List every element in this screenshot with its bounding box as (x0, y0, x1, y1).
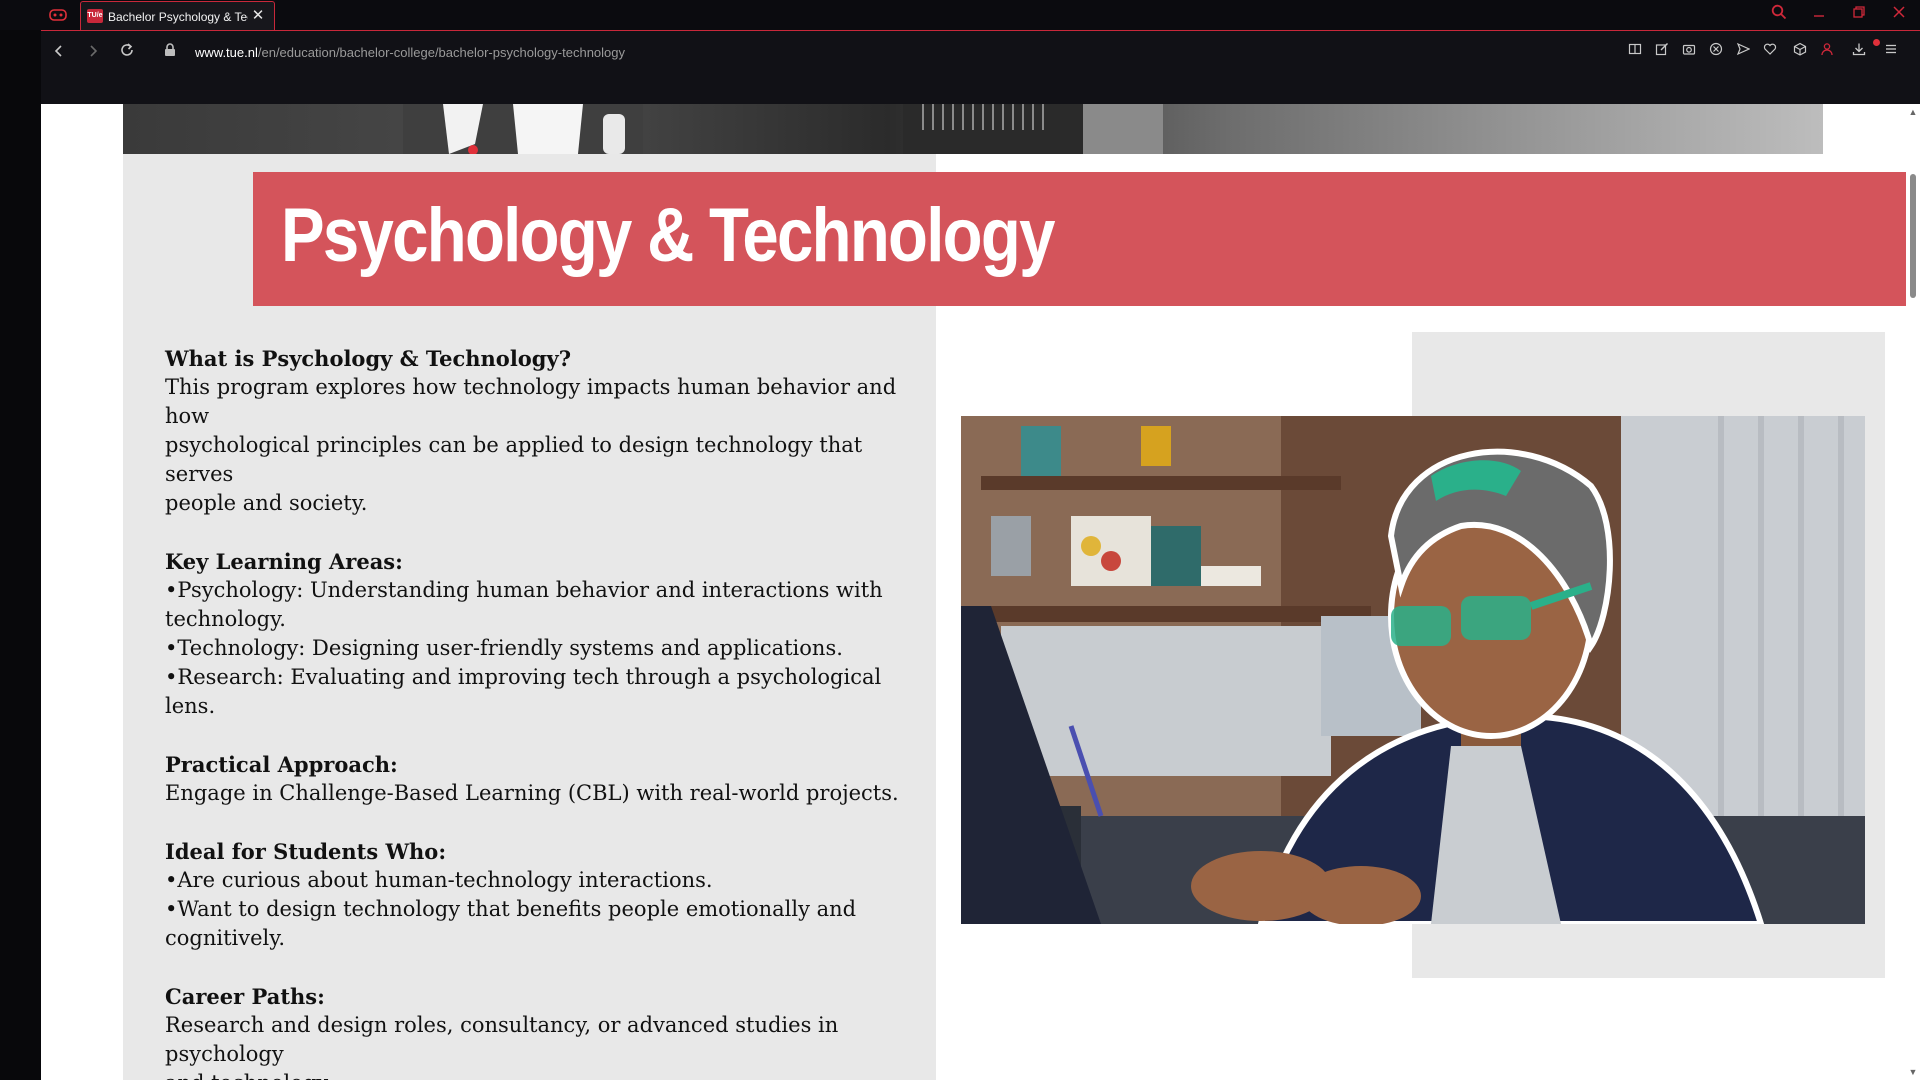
section-text: people and society. (165, 491, 368, 515)
send-icon[interactable] (1733, 42, 1753, 62)
list-item: •Psychology: Understanding human behavio… (165, 578, 883, 602)
section-heading: Practical Approach: (165, 752, 398, 777)
tue-favicon-icon: TU/e (87, 9, 103, 23)
profile-icon[interactable] (1817, 42, 1837, 62)
list-item: •Research: Evaluating and improving tech… (165, 665, 882, 718)
section-text: and technology. (165, 1069, 935, 1080)
url-path: /en/education/bachelor-college/bachelor-… (257, 45, 625, 60)
list-item: •Want to design technology that benefits… (165, 897, 857, 921)
menu-icon[interactable] (1881, 42, 1901, 62)
student-illustration (961, 416, 1865, 924)
restore-icon[interactable] (1848, 4, 1870, 26)
download-badge (1873, 39, 1880, 46)
scroll-thumb[interactable] (1910, 174, 1916, 298)
section-practical-approach: Practical Approach: Engage in Challenge-… (165, 750, 935, 808)
section-heading: What is Psychology & Technology? (165, 346, 571, 371)
program-description: What is Psychology & Technology? This pr… (165, 344, 935, 1080)
section-text: Research and design roles, consultancy, … (165, 1013, 839, 1066)
reader-icon[interactable] (1625, 42, 1645, 62)
edit-icon[interactable] (1652, 42, 1672, 62)
section-heading: Key Learning Areas: (165, 549, 403, 574)
snapshot-icon[interactable] (1679, 42, 1699, 62)
scrollbar[interactable]: ▲ ▼ (1906, 104, 1920, 1080)
list-item: •Are curious about human-technology inte… (165, 868, 713, 892)
lock-icon (164, 43, 178, 59)
tab-active[interactable]: TU/e Bachelor Psychology & Tec ✕ (80, 1, 275, 30)
scroll-down-icon[interactable]: ▼ (1906, 1066, 1920, 1078)
section-what-is: What is Psychology & Technology? This pr… (165, 344, 935, 518)
page-viewport: Psychology & Technology What is Psycholo… (41, 104, 1906, 1080)
section-text: This program explores how technology imp… (165, 375, 897, 428)
heart-icon[interactable] (1760, 42, 1780, 62)
list-item: •Technology: Designing user-friendly sys… (165, 636, 843, 660)
person-shirt-image (903, 104, 1163, 154)
section-text: psychological principles can be applied … (165, 433, 863, 486)
reload-icon[interactable] (115, 40, 139, 64)
search-icon[interactable] (1768, 4, 1790, 26)
section-ideal-students: Ideal for Students Who: •Are curious abo… (165, 837, 935, 953)
section-heading: Ideal for Students Who: (165, 839, 447, 864)
minimize-icon[interactable] (1808, 4, 1830, 26)
section-text: Engage in Challenge-Based Learning (CBL)… (165, 781, 899, 805)
close-icon[interactable] (1888, 4, 1910, 26)
section-key-learning-areas: Key Learning Areas: •Psychology: Underst… (165, 547, 935, 721)
url-field[interactable]: www.tue.nl/en/education/bachelor-college… (195, 44, 625, 62)
page-title: Psychology & Technology (281, 193, 1055, 278)
adblock-icon[interactable] (1706, 42, 1726, 62)
hero-image (123, 104, 1823, 154)
cube-icon[interactable] (1790, 42, 1810, 62)
browser-sidebar (0, 30, 41, 1080)
back-icon[interactable] (47, 40, 71, 64)
tab-bar: TU/e Bachelor Psychology & Tec ✕ (0, 0, 1920, 30)
list-item: cognitively. (165, 926, 286, 950)
scroll-up-icon[interactable]: ▲ (1906, 106, 1920, 118)
list-item: technology. (165, 607, 286, 631)
robot-illustration (403, 104, 643, 154)
section-career-paths: Career Paths: Research and design roles,… (165, 982, 935, 1080)
title-banner: Psychology & Technology (253, 172, 1906, 306)
gx-controls-icon[interactable] (48, 7, 68, 23)
tab-title: Bachelor Psychology & Tec (108, 10, 248, 24)
tab-close-icon[interactable]: ✕ (250, 7, 266, 25)
download-icon[interactable] (1849, 42, 1869, 62)
url-host: www.tue.nl (195, 45, 258, 60)
section-heading: Career Paths: (165, 984, 325, 1009)
address-bar: www.tue.nl/en/education/bachelor-college… (41, 30, 1920, 104)
forward-icon[interactable] (81, 40, 105, 64)
